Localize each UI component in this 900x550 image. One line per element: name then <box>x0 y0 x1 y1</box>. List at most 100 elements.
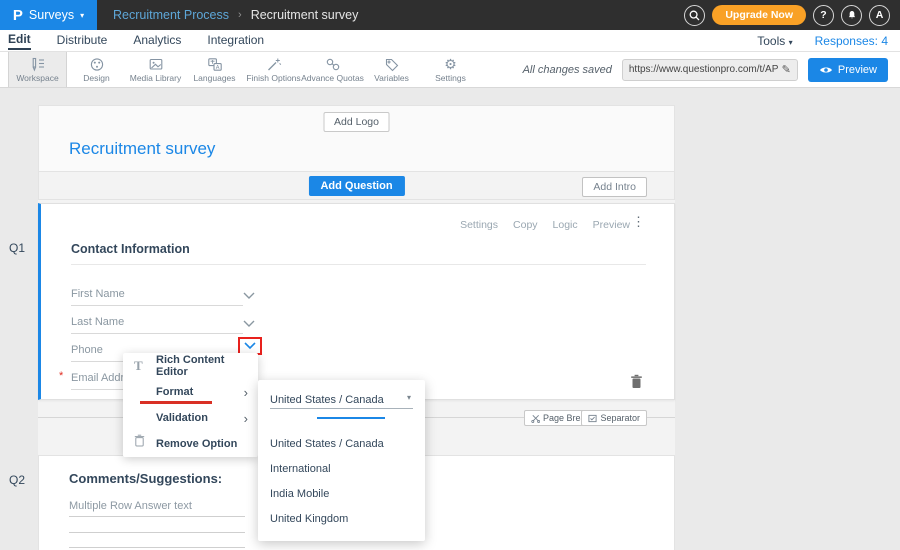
format-option-international[interactable]: International <box>258 456 425 481</box>
breadcrumb-separator-icon: › <box>238 9 242 21</box>
toolbar-item-label: Finish Options <box>246 73 300 83</box>
breadcrumb: Recruitment Process › Recruitment survey <box>113 8 358 22</box>
toolbar-item-workspace[interactable]: Workspace <box>8 52 67 87</box>
trash-icon <box>630 374 643 389</box>
breadcrumb-current: Recruitment survey <box>251 8 359 22</box>
tab-edit[interactable]: Edit <box>8 32 31 50</box>
svg-text:A: A <box>215 64 219 70</box>
toolbar-item-variables[interactable]: Variables <box>362 52 421 87</box>
question-logic-link[interactable]: Logic <box>553 219 578 231</box>
toolbar-item-design[interactable]: Design <box>67 52 126 87</box>
format-options-list: United States / Canada International Ind… <box>258 431 425 531</box>
tab-analytics[interactable]: Analytics <box>133 33 181 49</box>
answer-line[interactable] <box>69 532 245 533</box>
surveys-product-menu[interactable]: P Surveys ▾ <box>0 0 97 30</box>
submenu-chevron-icon: › <box>244 386 248 399</box>
questionpro-logo-icon: P <box>13 7 23 24</box>
add-question-button[interactable]: Add Question <box>308 176 404 196</box>
breadcrumb-parent[interactable]: Recruitment Process <box>113 8 229 22</box>
field-first-name[interactable]: First Name <box>71 284 243 306</box>
scissors-icon <box>531 414 540 423</box>
field-label: First Name <box>71 288 125 300</box>
format-option-us-canada[interactable]: United States / Canada <box>258 431 425 456</box>
menu-item-rich-content-editor[interactable]: T Rich Content Editor <box>123 353 258 379</box>
delete-question-button[interactable] <box>630 374 643 394</box>
answer-placeholder-text: Multiple Row Answer text <box>69 500 192 512</box>
toolbar-item-settings[interactable]: ⚙ Settings <box>421 52 480 87</box>
bell-icon <box>846 9 858 21</box>
survey-canvas: Q1 Q2 Add Logo Recruitment survey Add Qu… <box>0 88 900 550</box>
text-format-icon: T <box>134 358 143 374</box>
format-select[interactable]: United States / Canada ▾ <box>270 390 413 409</box>
eye-icon <box>819 65 833 75</box>
question-title-divider <box>71 264 646 265</box>
chevron-down-icon <box>244 342 256 350</box>
save-status-text: All changes saved <box>523 64 612 76</box>
answer-line[interactable] <box>69 516 245 517</box>
phone-format-panel: United States / Canada ▾ United States /… <box>258 380 425 541</box>
toolbar-item-label: Design <box>83 73 109 83</box>
format-selected-value: United States / Canada <box>270 394 384 406</box>
toolbar-item-label: Advance Quotas <box>301 73 364 83</box>
trash-icon <box>134 434 145 452</box>
subnav-right: Tools ▾ Responses: 4 <box>757 34 888 48</box>
field-last-name[interactable]: Last Name <box>71 312 243 334</box>
survey-title[interactable]: Recruitment survey <box>69 139 215 159</box>
menu-item-label: Format <box>156 386 193 398</box>
field-options-chevron[interactable] <box>243 315 255 333</box>
image-icon <box>148 57 164 72</box>
field-label: Last Name <box>71 316 124 328</box>
product-menu-label: Surveys <box>29 8 74 22</box>
toolbar-item-media-library[interactable]: Media Library <box>126 52 185 87</box>
toolbar-item-advance-quotas[interactable]: Advance Quotas <box>303 52 362 87</box>
add-intro-button[interactable]: Add Intro <box>582 177 647 197</box>
tab-integration[interactable]: Integration <box>207 33 264 49</box>
answer-line[interactable] <box>69 547 245 548</box>
account-avatar[interactable]: A <box>869 5 890 26</box>
menu-item-validation[interactable]: Validation › <box>123 405 258 431</box>
menu-item-label: Remove Option <box>156 438 237 450</box>
menu-item-remove-option[interactable]: Remove Option <box>123 431 258 457</box>
accent-underline <box>317 417 385 419</box>
add-logo-button[interactable]: Add Logo <box>323 112 390 132</box>
toolbar-item-finish-options[interactable]: Finish Options <box>244 52 303 87</box>
toolbar-right: All changes saved https://www.questionpr… <box>523 52 900 87</box>
field-options-chevron[interactable] <box>243 287 255 305</box>
gear-icon: ⚙ <box>444 57 457 72</box>
option-context-menu: T Rich Content Editor Format › Validatio… <box>123 353 258 457</box>
toolbar-item-languages[interactable]: A Languages <box>185 52 244 87</box>
survey-header-card: Add Logo Recruitment survey <box>38 105 675 172</box>
responses-count-link[interactable]: Responses: 4 <box>815 34 888 48</box>
toolbar-item-label: Settings <box>435 73 466 83</box>
format-option-india-mobile[interactable]: India Mobile <box>258 481 425 506</box>
tools-menu[interactable]: Tools ▾ <box>757 34 792 48</box>
quota-links-icon <box>325 57 341 72</box>
question-title-q1[interactable]: Contact Information <box>71 242 190 256</box>
notifications-button[interactable] <box>841 5 862 26</box>
separator-box-icon <box>588 414 597 423</box>
select-caret-icon: ▾ <box>407 393 411 402</box>
kebab-menu-icon[interactable]: ⋮ <box>632 215 645 228</box>
search-button[interactable] <box>684 5 705 26</box>
survey-url-text: https://www.questionpro.com/t/APNrFZ <box>629 64 778 75</box>
required-asterisk: * <box>59 370 63 382</box>
field-label: Phone <box>71 344 103 356</box>
toolbar-item-label: Workspace <box>16 73 58 83</box>
preview-button[interactable]: Preview <box>808 58 888 82</box>
toolbar-item-label: Variables <box>374 73 409 83</box>
survey-url-field[interactable]: https://www.questionpro.com/t/APNrFZ ✎ <box>622 59 798 81</box>
questionpro-app: P Surveys ▾ Recruitment Process › Recrui… <box>0 0 900 550</box>
tab-distribute[interactable]: Distribute <box>57 33 108 49</box>
format-option-united-kingdom[interactable]: United Kingdom <box>258 506 425 531</box>
chevron-down-icon: ▾ <box>789 38 793 47</box>
help-button[interactable]: ? <box>813 5 834 26</box>
upgrade-now-button[interactable]: Upgrade Now <box>712 5 806 25</box>
question-copy-link[interactable]: Copy <box>513 219 538 231</box>
edit-url-pencil-icon[interactable]: ✎ <box>782 63 791 76</box>
question-title-q2[interactable]: Comments/Suggestions: <box>69 471 222 486</box>
annotation-underline <box>140 401 212 404</box>
question-settings-link[interactable]: Settings <box>460 219 498 231</box>
question-preview-link[interactable]: Preview <box>593 219 630 231</box>
wand-icon <box>266 57 282 72</box>
separator-button[interactable]: Separator <box>581 410 647 426</box>
